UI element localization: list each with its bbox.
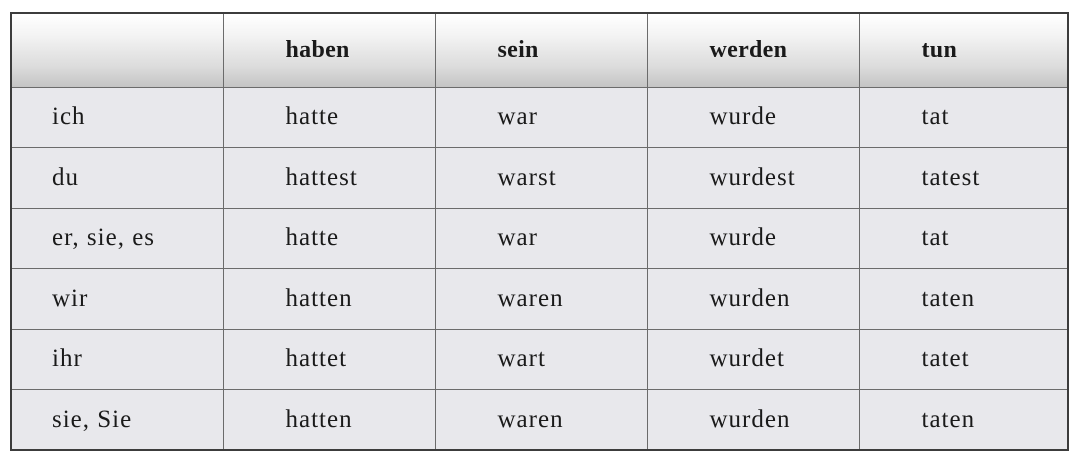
header-cell-haben: haben	[222, 12, 436, 88]
pronoun-cell: ich	[10, 86, 224, 148]
pronoun-cell: sie, Sie	[10, 389, 224, 451]
table-cell: taten	[858, 268, 1069, 330]
table-row: ich hatte war wurde tat	[10, 86, 1069, 148]
table-cell: waren	[434, 268, 648, 330]
table-cell: hatten	[222, 389, 436, 451]
table-cell: wart	[434, 328, 648, 390]
table-cell: tatet	[858, 328, 1069, 390]
table-cell: hattest	[222, 147, 436, 209]
table-row: ihr hattet wart wurdet tatet	[10, 328, 1069, 390]
table-cell: wurdest	[646, 147, 860, 209]
table-cell: wurden	[646, 389, 860, 451]
header-row: haben sein werden tun	[10, 12, 1069, 88]
table-cell: wurdet	[646, 328, 860, 390]
table-cell: wurden	[646, 268, 860, 330]
table-cell: tat	[858, 86, 1069, 148]
table-cell: tat	[858, 207, 1069, 269]
table-cell: hatte	[222, 86, 436, 148]
table-row: wir hatten waren wurden taten	[10, 268, 1069, 330]
table-row: er, sie, es hatte war wurde tat	[10, 207, 1069, 269]
table-cell: hatte	[222, 207, 436, 269]
table-cell: hattet	[222, 328, 436, 390]
pronoun-cell: du	[10, 147, 224, 209]
header-cell-sein: sein	[434, 12, 648, 88]
pronoun-cell: ihr	[10, 328, 224, 390]
pronoun-cell: er, sie, es	[10, 207, 224, 269]
table-cell: hatten	[222, 268, 436, 330]
table-cell: wurde	[646, 86, 860, 148]
pronoun-cell: wir	[10, 268, 224, 330]
table-cell: wurde	[646, 207, 860, 269]
table-cell: taten	[858, 389, 1069, 451]
table-row: sie, Sie hatten waren wurden taten	[10, 389, 1069, 451]
table-cell: war	[434, 207, 648, 269]
table-cell: tatest	[858, 147, 1069, 209]
table-cell: war	[434, 86, 648, 148]
header-cell-empty	[10, 12, 224, 88]
header-cell-tun: tun	[858, 12, 1069, 88]
table-cell: waren	[434, 389, 648, 451]
table-cell: warst	[434, 147, 648, 209]
conjugation-table: haben sein werden tun ich hatte war wurd…	[10, 12, 1069, 451]
header-cell-werden: werden	[646, 12, 860, 88]
table-row: du hattest warst wurdest tatest	[10, 147, 1069, 209]
